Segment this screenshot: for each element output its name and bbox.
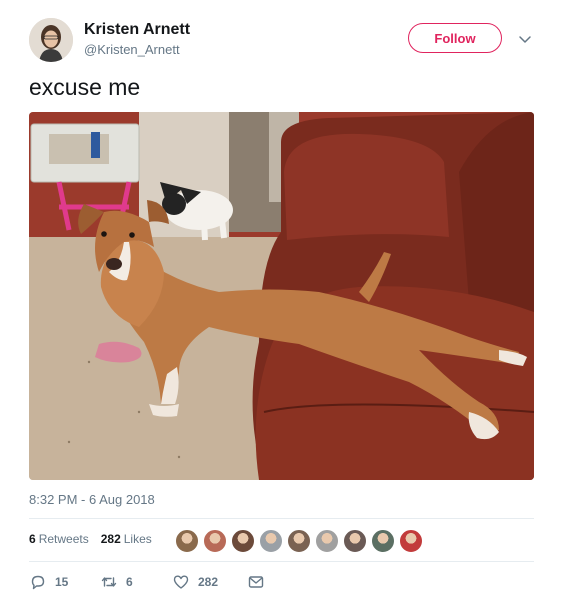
- liker-avatar[interactable]: [203, 529, 227, 553]
- reply-button[interactable]: 15: [29, 573, 100, 591]
- tweet-text: excuse me: [29, 74, 141, 100]
- liker-avatars: [175, 529, 423, 553]
- direct-message-button[interactable]: [247, 573, 265, 591]
- author-avatar[interactable]: [29, 18, 73, 62]
- divider: [29, 518, 534, 519]
- tweet-stats: 6 Retweets 282 Likes: [29, 532, 152, 546]
- reply-count: 15: [55, 575, 69, 589]
- liker-avatar[interactable]: [399, 529, 423, 553]
- likes-count: 282: [100, 532, 121, 546]
- liker-avatar[interactable]: [287, 529, 311, 553]
- envelope-icon: [248, 576, 264, 588]
- author-avatar-image: [29, 18, 73, 62]
- divider: [29, 561, 534, 562]
- retweets-stat[interactable]: 6 Retweets: [29, 532, 89, 546]
- like-count: 282: [198, 575, 219, 589]
- liker-avatar[interactable]: [259, 529, 283, 553]
- retweets-label: Retweets: [38, 532, 89, 546]
- chevron-down-icon[interactable]: [517, 31, 533, 47]
- tweet-actions: 15 6 282: [29, 573, 265, 591]
- reply-icon: [31, 575, 45, 590]
- likes-stat[interactable]: 282 Likes: [101, 532, 152, 546]
- liker-avatar[interactable]: [315, 529, 339, 553]
- liker-avatar[interactable]: [343, 529, 367, 553]
- likes-label: Likes: [123, 532, 152, 546]
- dog-on-couch-photo: [29, 112, 534, 480]
- retweets-count: 6: [29, 532, 36, 546]
- author-handle[interactable]: @Kristen_Arnett: [84, 42, 180, 57]
- liker-avatar[interactable]: [371, 529, 395, 553]
- retweet-count: 6: [126, 575, 133, 589]
- follow-button[interactable]: Follow: [408, 23, 502, 53]
- retweet-button[interactable]: 6: [100, 573, 172, 591]
- tweet-photo[interactable]: [29, 112, 534, 480]
- liker-avatar[interactable]: [231, 529, 255, 553]
- like-button[interactable]: 282: [172, 573, 247, 591]
- author-name[interactable]: Kristen Arnett: [84, 21, 190, 39]
- liker-avatar[interactable]: [175, 529, 199, 553]
- tweet-timestamp[interactable]: 8:32 PM - 6 Aug 2018: [29, 492, 155, 507]
- retweet-icon: [101, 577, 117, 587]
- heart-icon: [173, 575, 189, 589]
